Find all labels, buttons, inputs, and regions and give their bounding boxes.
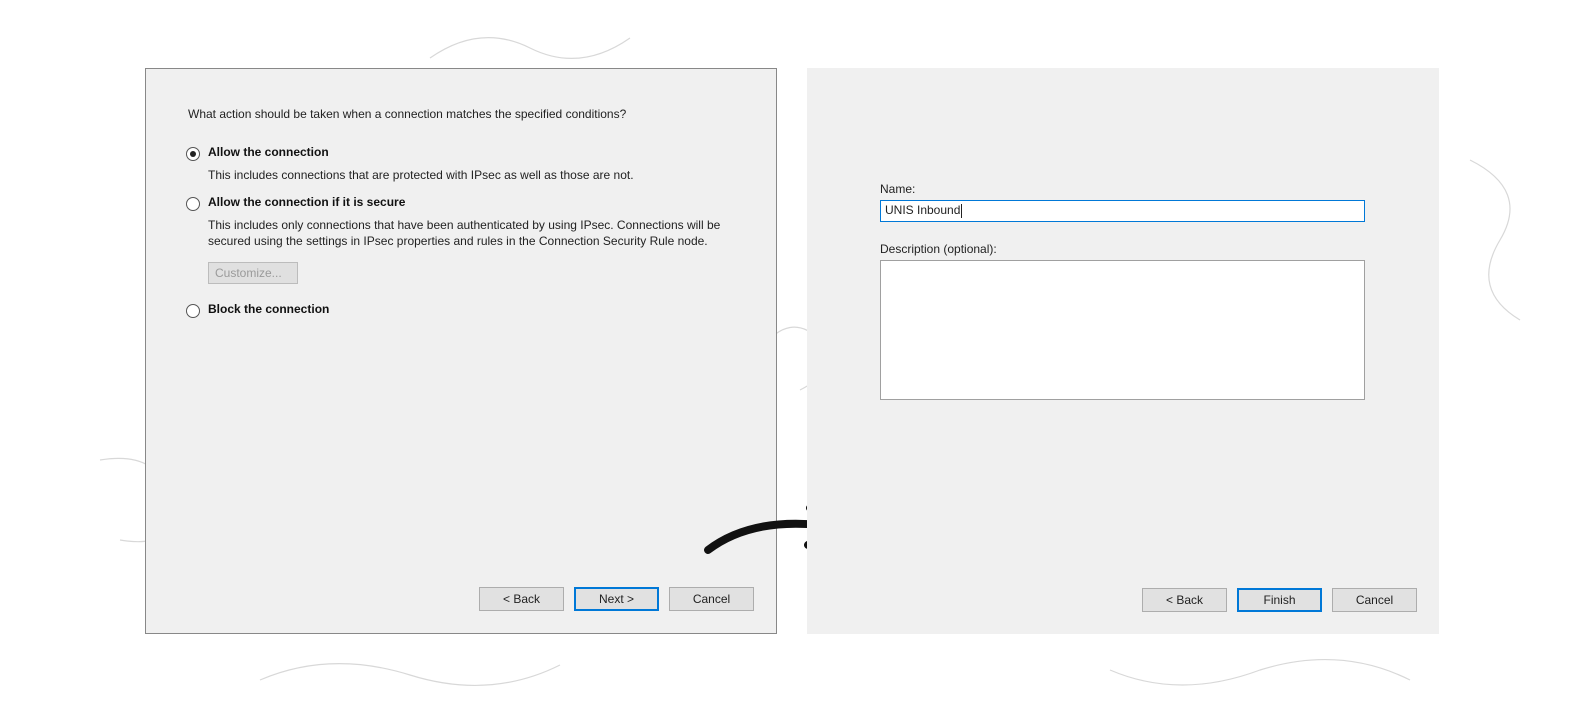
action-step-dialog: What action should be taken when a conne… [145, 68, 777, 634]
decor-squiggle [1440, 150, 1560, 330]
fields: Name: UNIS Inbound Description (optional… [880, 182, 1366, 400]
radio-label: Block the connection [208, 302, 329, 316]
next-button[interactable]: Next > [574, 587, 659, 611]
radio-icon[interactable] [186, 197, 200, 211]
radio-description: This includes connections that are prote… [208, 167, 728, 183]
radio-option-allow-secure[interactable]: Allow the connection if it is secure [186, 195, 746, 211]
radio-label: Allow the connection if it is secure [208, 195, 405, 209]
cancel-button[interactable]: Cancel [669, 587, 754, 611]
finish-button[interactable]: Finish [1237, 588, 1322, 612]
radio-option-allow[interactable]: Allow the connection [186, 145, 746, 161]
name-label: Name: [880, 182, 1366, 196]
back-button[interactable]: < Back [479, 587, 564, 611]
wizard-button-row: < Back Next > Cancel [479, 587, 754, 611]
name-step-dialog: Name: UNIS Inbound Description (optional… [807, 68, 1439, 634]
action-radio-group: Allow the connection This includes conne… [186, 145, 746, 324]
question-text: What action should be taken when a conne… [188, 107, 626, 121]
customize-button: Customize... [208, 262, 298, 284]
name-input[interactable]: UNIS Inbound [880, 200, 1365, 222]
text-caret-icon [961, 204, 962, 218]
decor-squiggle [250, 640, 570, 710]
description-label: Description (optional): [880, 242, 1366, 256]
description-input[interactable] [880, 260, 1365, 400]
radio-description: This includes only connections that have… [208, 217, 728, 249]
radio-label: Allow the connection [208, 145, 329, 159]
radio-icon[interactable] [186, 304, 200, 318]
wizard-button-row: < Back Finish Cancel [1142, 588, 1417, 612]
decor-squiggle [1100, 640, 1420, 710]
radio-icon[interactable] [186, 147, 200, 161]
cancel-button[interactable]: Cancel [1332, 588, 1417, 612]
back-button[interactable]: < Back [1142, 588, 1227, 612]
radio-option-block[interactable]: Block the connection [186, 302, 746, 318]
name-input-value: UNIS Inbound [885, 203, 960, 217]
